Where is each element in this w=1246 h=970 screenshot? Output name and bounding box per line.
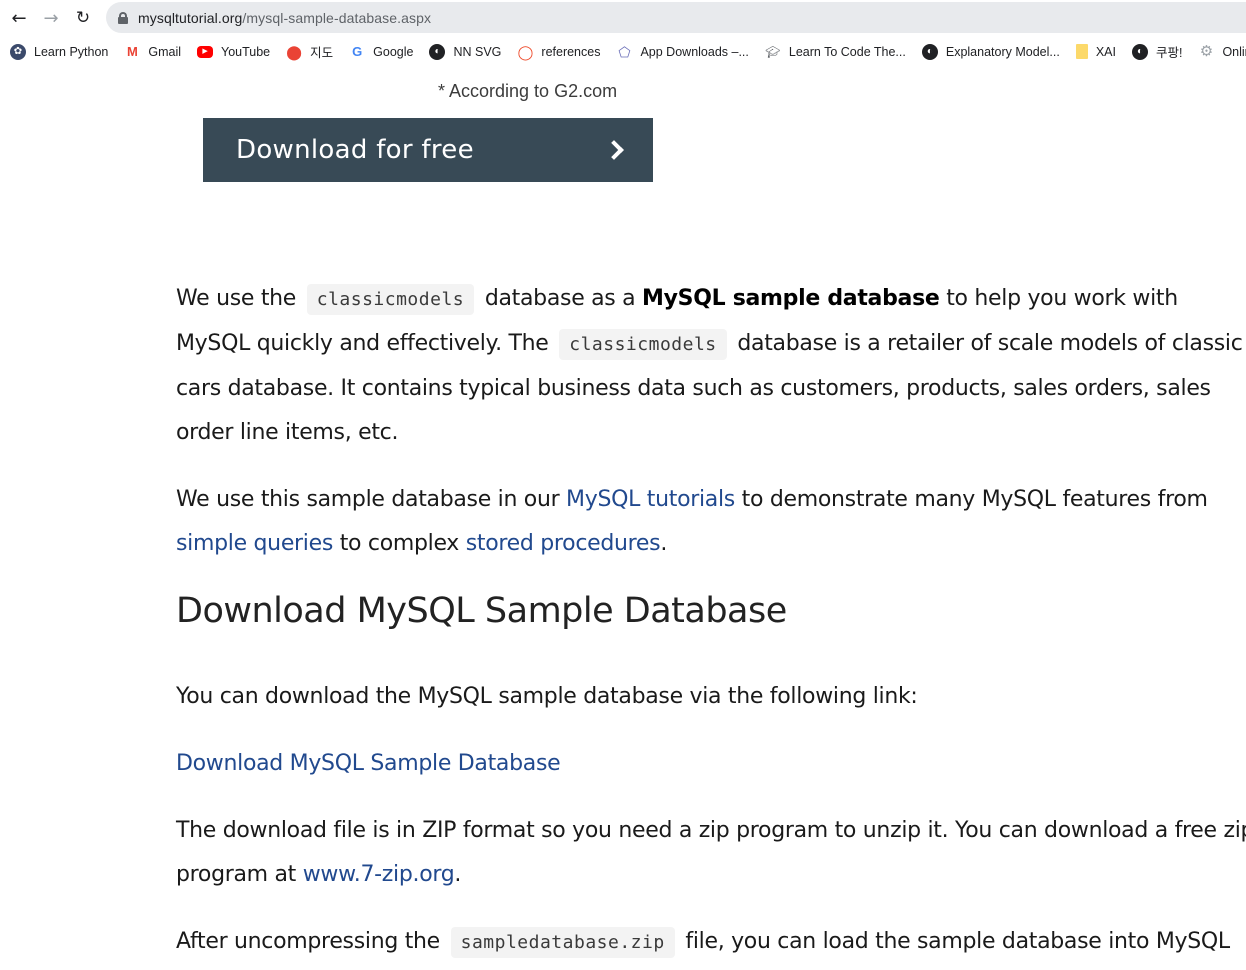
usage-paragraph: We use this sample database in our MySQL…	[176, 478, 1246, 566]
article-body: We use the classicmodels database as a M…	[176, 277, 1246, 970]
globe-icon: ◐	[429, 43, 446, 60]
text: to demonstrate many MySQL features from	[741, 487, 1208, 512]
url-text[interactable]: mysqltutorial.org/mysql-sample-database.…	[138, 10, 431, 26]
url-domain: mysqltutorial.org	[138, 9, 243, 26]
bookmark-label: YouTube	[221, 44, 271, 59]
inline-code: classicmodels	[559, 329, 727, 360]
google-icon: G	[352, 44, 363, 59]
download-sample-database-link[interactable]: Download MySQL Sample Database	[176, 751, 561, 776]
bookmark-label: 쿠팡!	[1155, 46, 1183, 60]
simple-queries-link[interactable]: simple queries	[176, 531, 333, 556]
bookmark-label: App Downloads –...	[640, 44, 749, 59]
download-for-free-button[interactable]: Download for free	[203, 118, 653, 182]
g2-note: * According to G2.com	[438, 81, 618, 101]
intro-paragraph: We use the classicmodels database as a M…	[176, 277, 1246, 455]
text: file, you can load the sample database i…	[685, 929, 1230, 954]
back-button[interactable]: ←	[7, 6, 31, 30]
url-path: /mysql-sample-database.aspx	[242, 9, 432, 26]
pytorch-icon: ◯	[517, 43, 534, 60]
bookmark-online[interactable]: ⚙ Online	[1198, 44, 1246, 60]
bookmark-google[interactable]: G Google	[349, 44, 413, 60]
forward-button[interactable]: →	[39, 6, 63, 30]
section-heading: Download MySQL Sample Database	[176, 591, 787, 631]
download-link-paragraph: Download MySQL Sample Database	[176, 742, 1246, 786]
download-intro-paragraph: You can download the MySQL sample databa…	[176, 684, 918, 709]
bookmark-coupang[interactable]: ◐ 쿠팡!	[1131, 42, 1183, 61]
zip-paragraph: The download file is in ZIP format so yo…	[176, 809, 1246, 897]
reload-icon: ↻	[75, 8, 91, 28]
chevron-right-icon	[604, 140, 624, 160]
lock-icon	[118, 11, 128, 24]
bookmark-label: NN SVG	[453, 44, 502, 59]
bookmark-label: Online	[1222, 44, 1246, 59]
arrow-right-icon: →	[43, 7, 59, 29]
maps-pin-icon: ⬤	[286, 43, 302, 60]
bookmark-xai[interactable]: XAI	[1075, 44, 1116, 59]
bookmark-label: references	[541, 44, 601, 59]
arrow-left-icon: ←	[11, 7, 27, 29]
gmail-icon: M	[126, 44, 138, 59]
globe-icon: ◐	[921, 43, 938, 60]
inline-code: sampledatabase.zip	[450, 927, 675, 958]
graduation-cap-icon: 🎓︎	[765, 44, 781, 59]
reload-button[interactable]: ↻	[71, 6, 95, 30]
bold-text: MySQL sample database	[642, 286, 940, 311]
folder-icon	[1075, 44, 1088, 59]
bookmark-explanatory-model[interactable]: ◐ Explanatory Model...	[921, 43, 1060, 60]
geogebra-icon: ⬠	[618, 43, 631, 60]
bookmark-nn-svg[interactable]: ◐ NN SVG	[429, 43, 502, 60]
bookmark-label: 지도	[310, 46, 334, 60]
bookmark-maps[interactable]: ⬤ 지도	[286, 42, 333, 61]
bookmark-label: XAI	[1095, 44, 1116, 59]
bookmark-learn-to-code[interactable]: 🎓︎ Learn To Code The...	[765, 44, 906, 60]
bookmark-label: Explanatory Model...	[945, 44, 1060, 59]
stored-procedures-link[interactable]: stored procedures	[466, 531, 661, 556]
bookmark-app-downloads[interactable]: ⬠ App Downloads –...	[616, 43, 749, 60]
bookmark-learn-python[interactable]: ✿ Learn Python	[10, 43, 109, 60]
text: .	[660, 531, 668, 556]
gear-icon: ⚙	[1199, 43, 1214, 60]
bookmark-references[interactable]: ◯ references	[517, 43, 601, 60]
text: We use this sample database in our	[176, 487, 560, 512]
text: to complex	[339, 531, 460, 556]
bookmark-gmail[interactable]: M Gmail	[124, 44, 181, 60]
globe-icon: ◐	[1131, 43, 1148, 60]
bookmarks-bar: ✿ Learn Python M Gmail ▶ YouTube ⬤ 지도 G Googl…	[0, 38, 1246, 66]
page-content: * According to G2.com Download for free …	[0, 67, 1246, 970]
download-for-free-label: Download for free	[236, 135, 474, 165]
7zip-link[interactable]: www.7-zip.org	[303, 862, 455, 887]
load-paragraph: After uncompressing the sampledatabase.z…	[176, 920, 1246, 965]
text: After uncompressing the	[176, 929, 440, 954]
address-bar[interactable]: mysqltutorial.org/mysql-sample-database.…	[106, 2, 1246, 33]
text: database as a	[484, 286, 636, 311]
bookmark-label: Google	[373, 44, 414, 59]
bookmark-label: Learn To Code The...	[788, 44, 906, 59]
text: .	[454, 862, 462, 887]
mysql-tutorials-link[interactable]: MySQL tutorials	[566, 487, 735, 512]
browser-toolbar: ← → ↻ mysqltutorial.org/mysql-sample-dat…	[0, 0, 1246, 35]
text: We use the	[176, 286, 297, 311]
bookmark-label: Gmail	[148, 44, 182, 59]
youtube-icon: ▶	[197, 45, 214, 58]
inline-code: classicmodels	[306, 284, 475, 315]
python-icon: ✿	[10, 43, 26, 60]
bookmark-label: Learn Python	[34, 44, 109, 59]
bookmark-youtube[interactable]: ▶ YouTube	[197, 45, 270, 59]
